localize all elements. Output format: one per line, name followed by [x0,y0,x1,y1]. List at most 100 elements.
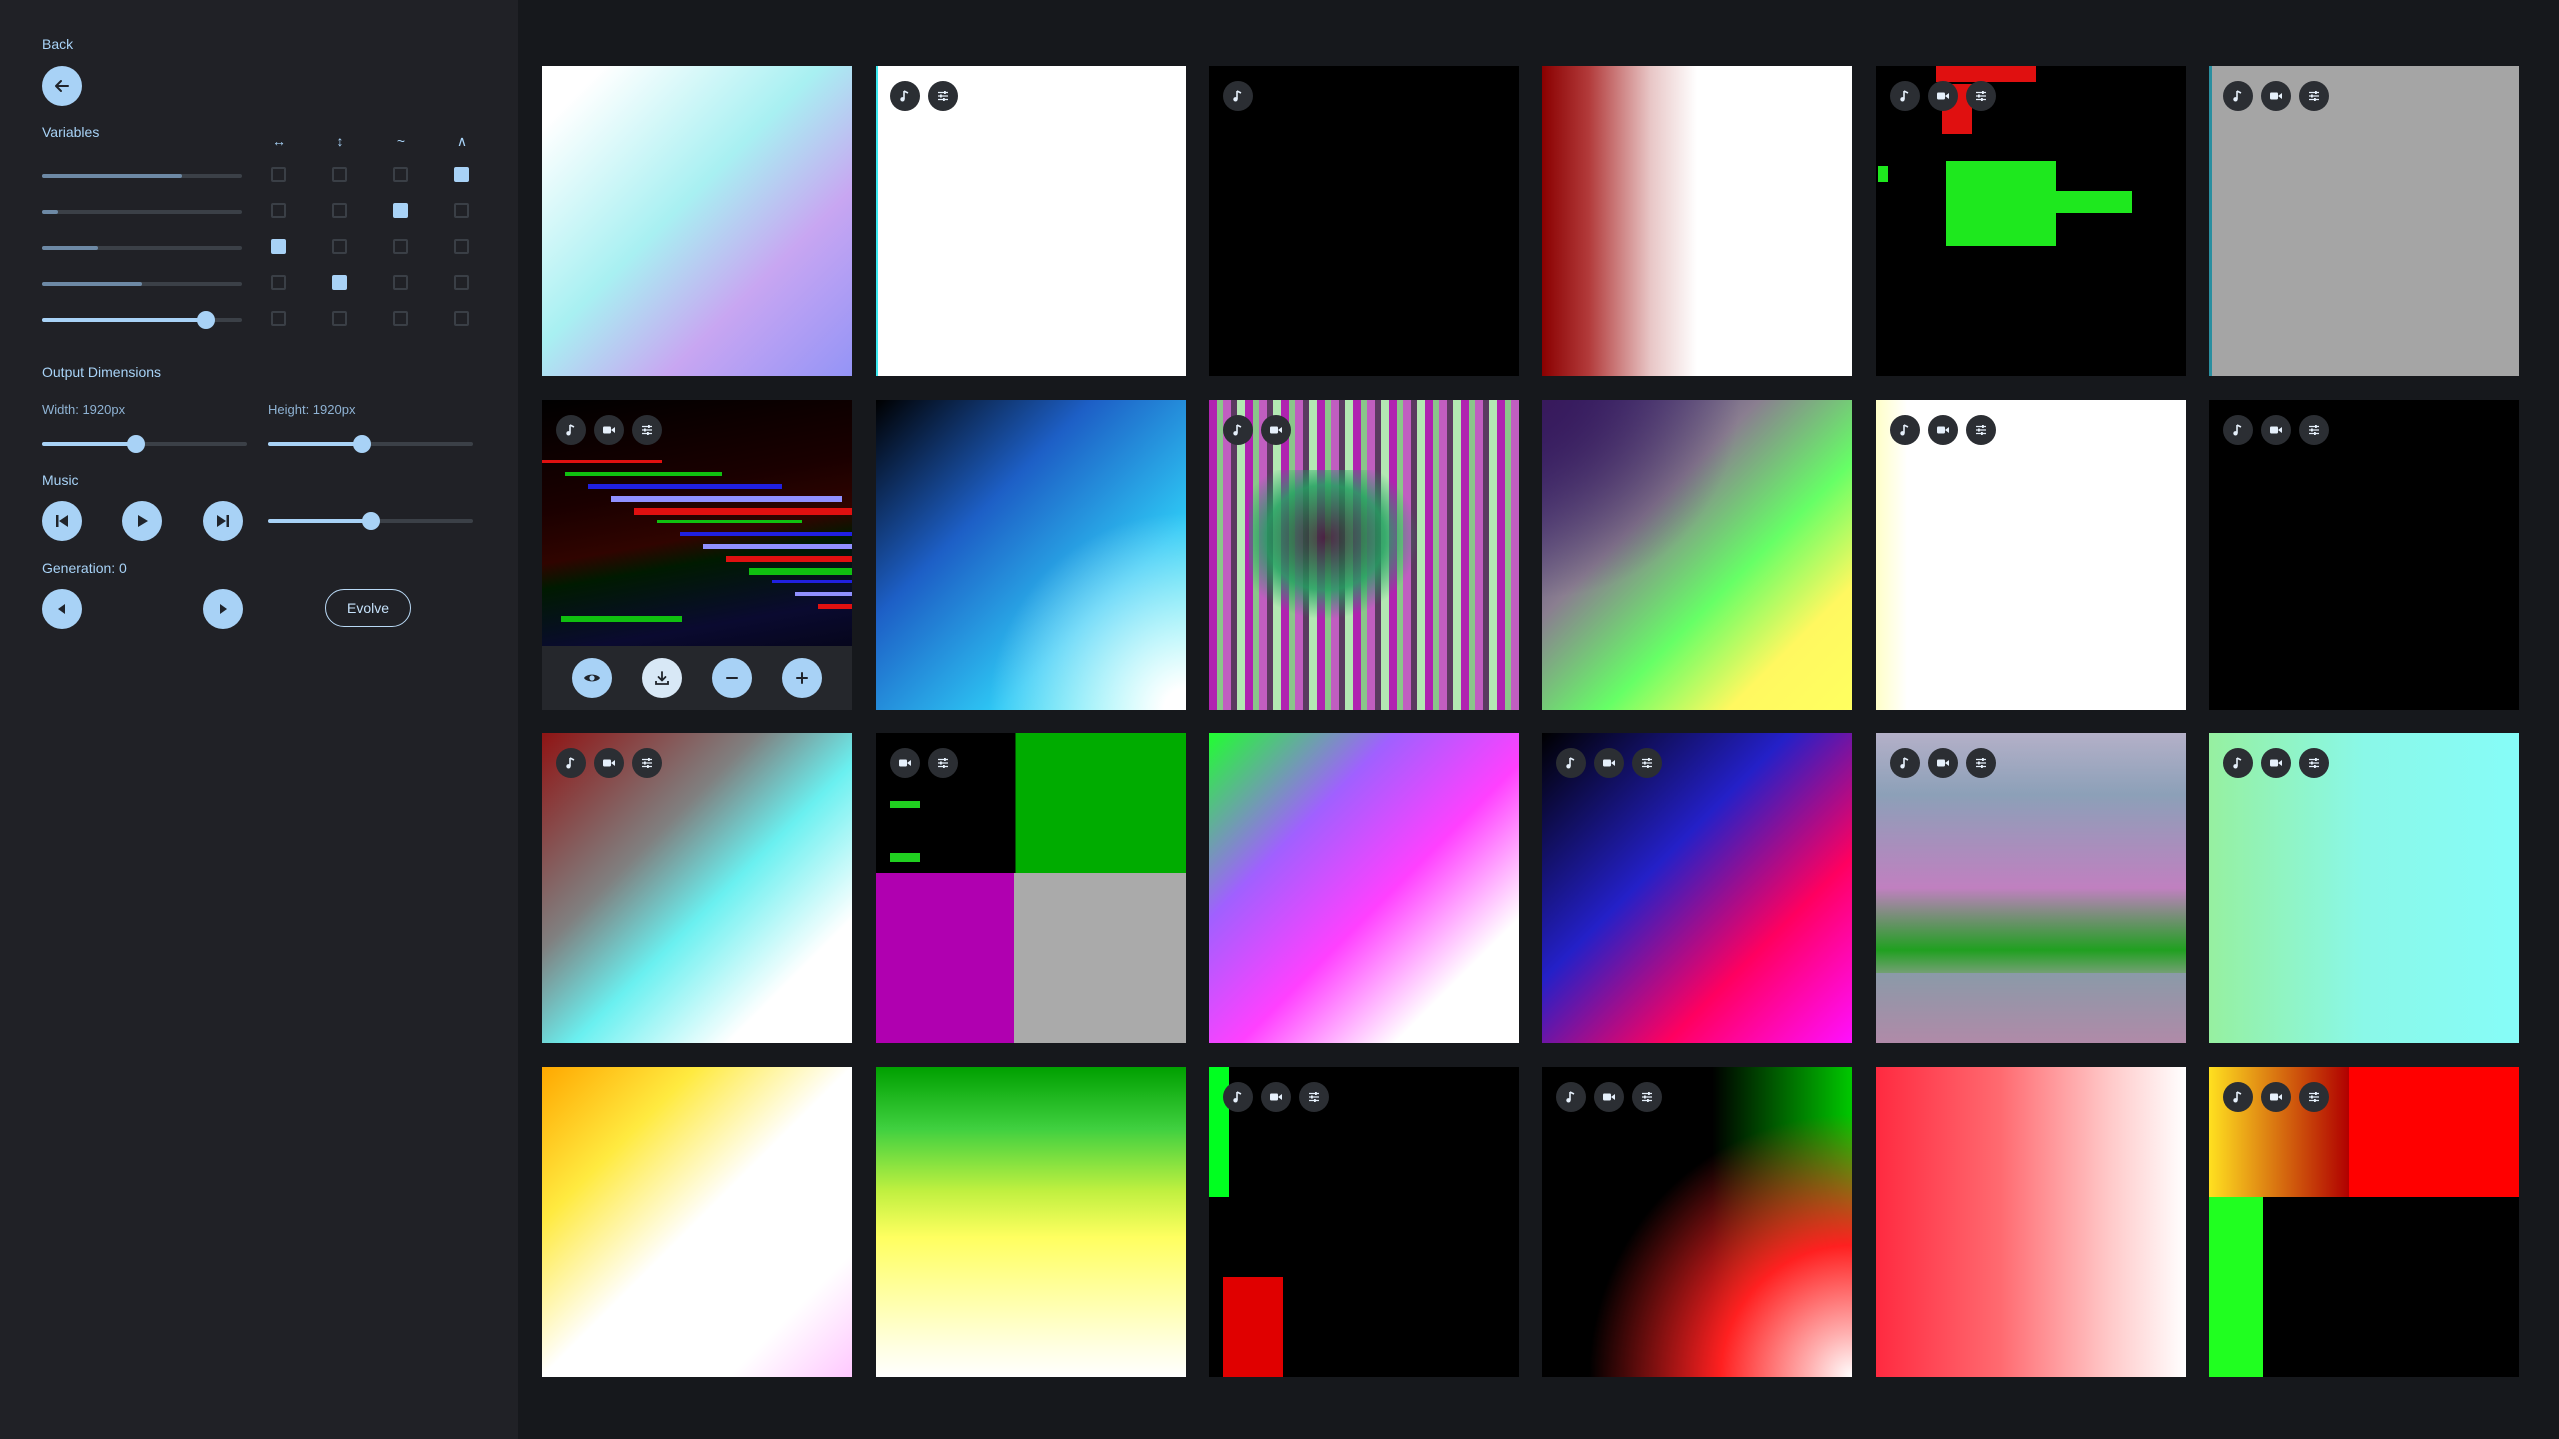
variable-1-checkbox-4[interactable] [454,167,469,182]
music-icon[interactable] [1890,748,1920,778]
variable-5-checkbox-3[interactable] [393,311,408,326]
tune-icon[interactable] [1632,1082,1662,1112]
generated-image-tile[interactable] [542,400,852,710]
music-icon[interactable] [556,415,586,445]
music-icon[interactable] [890,81,920,111]
variable-1-checkbox-2[interactable] [332,167,347,182]
variable-2-checkbox-4[interactable] [454,203,469,218]
tune-icon[interactable] [2299,81,2329,111]
variable-3-checkbox-3[interactable] [393,239,408,254]
tune-icon[interactable] [1966,415,1996,445]
generated-image-tile[interactable] [1542,1067,1852,1377]
generated-image-tile[interactable] [1209,733,1519,1043]
generated-image-tile[interactable] [542,1067,852,1377]
generated-image-tile[interactable] [2209,1067,2519,1377]
generated-image-tile[interactable] [1542,66,1852,376]
variable-4-checkbox-4[interactable] [454,275,469,290]
music-icon[interactable] [1223,81,1253,111]
video-icon[interactable] [2261,81,2291,111]
generated-image-tile[interactable] [1209,1067,1519,1377]
variable-slider-3[interactable] [42,246,242,250]
tune-icon[interactable] [632,415,662,445]
music-icon[interactable] [2223,415,2253,445]
video-icon[interactable] [1594,1082,1624,1112]
variable-2-checkbox-3[interactable] [393,203,408,218]
variable-5-checkbox-4[interactable] [454,311,469,326]
music-icon[interactable] [1223,1082,1253,1112]
tune-icon[interactable] [928,748,958,778]
plus-icon[interactable] [782,658,822,698]
video-icon[interactable] [2261,1082,2291,1112]
variable-1-checkbox-1[interactable] [271,167,286,182]
generated-image-tile[interactable] [876,1067,1186,1377]
next-track-button[interactable] [203,501,243,541]
variable-3-checkbox-2[interactable] [332,239,347,254]
music-icon[interactable] [1556,1082,1586,1112]
generated-image-tile[interactable] [542,66,852,376]
generated-image-tile[interactable] [2209,66,2519,376]
tune-icon[interactable] [1966,748,1996,778]
volume-slider-thumb[interactable] [361,512,380,530]
height-slider-thumb[interactable] [353,435,372,453]
variable-slider-2[interactable] [42,210,242,214]
video-icon[interactable] [1261,1082,1291,1112]
music-icon[interactable] [2223,748,2253,778]
video-icon[interactable] [2261,748,2291,778]
video-icon[interactable] [1928,415,1958,445]
variable-slider-4[interactable] [42,282,242,286]
generated-image-tile[interactable] [1876,1067,2186,1377]
video-icon[interactable] [1928,748,1958,778]
play-music-button[interactable] [122,501,162,541]
variable-1-checkbox-3[interactable] [393,167,408,182]
variable-4-checkbox-1[interactable] [271,275,286,290]
download-icon[interactable] [642,658,682,698]
music-icon[interactable] [2223,81,2253,111]
video-icon[interactable] [1594,748,1624,778]
music-icon[interactable] [1890,81,1920,111]
variable-3-checkbox-1[interactable] [271,239,286,254]
variable-2-checkbox-1[interactable] [271,203,286,218]
generated-image-tile[interactable] [1542,733,1852,1043]
width-slider-thumb[interactable] [127,435,146,453]
generated-image-tile[interactable] [876,733,1186,1043]
tune-icon[interactable] [2299,1082,2329,1112]
tune-icon[interactable] [2299,748,2329,778]
music-icon[interactable] [1890,415,1920,445]
generated-image-tile[interactable] [1209,66,1519,376]
tune-icon[interactable] [1299,1082,1329,1112]
variable-5-checkbox-1[interactable] [271,311,286,326]
generated-image-tile[interactable] [876,66,1186,376]
height-slider[interactable] [268,435,473,453]
generated-image-tile[interactable] [1876,66,2186,376]
variable-slider-5[interactable] [42,311,242,329]
previous-generation-button[interactable] [42,589,82,629]
music-icon[interactable] [2223,1082,2253,1112]
generated-image-tile[interactable] [1542,400,1852,710]
back-button[interactable] [42,66,82,106]
variable-2-checkbox-2[interactable] [332,203,347,218]
music-icon[interactable] [556,748,586,778]
tune-icon[interactable] [2299,415,2329,445]
video-icon[interactable] [594,415,624,445]
tune-icon[interactable] [632,748,662,778]
generated-image-tile[interactable] [2209,400,2519,710]
variable-4-checkbox-2[interactable] [332,275,347,290]
video-icon[interactable] [1928,81,1958,111]
music-icon[interactable] [1556,748,1586,778]
evolve-button[interactable]: Evolve [325,589,411,627]
video-icon[interactable] [1261,415,1291,445]
video-icon[interactable] [890,748,920,778]
variable-4-checkbox-3[interactable] [393,275,408,290]
generated-image-tile[interactable] [542,733,852,1043]
generated-image-tile[interactable] [2209,733,2519,1043]
video-icon[interactable] [594,748,624,778]
generated-image-tile[interactable] [1876,400,2186,710]
tune-icon[interactable] [1966,81,1996,111]
previous-track-button[interactable] [42,501,82,541]
variable-slider-1[interactable] [42,174,242,178]
generated-image-tile[interactable] [1876,733,2186,1043]
variable-slider-thumb[interactable] [197,311,215,329]
generated-image-tile[interactable] [1209,400,1519,710]
tune-icon[interactable] [1632,748,1662,778]
eye-icon[interactable] [572,658,612,698]
